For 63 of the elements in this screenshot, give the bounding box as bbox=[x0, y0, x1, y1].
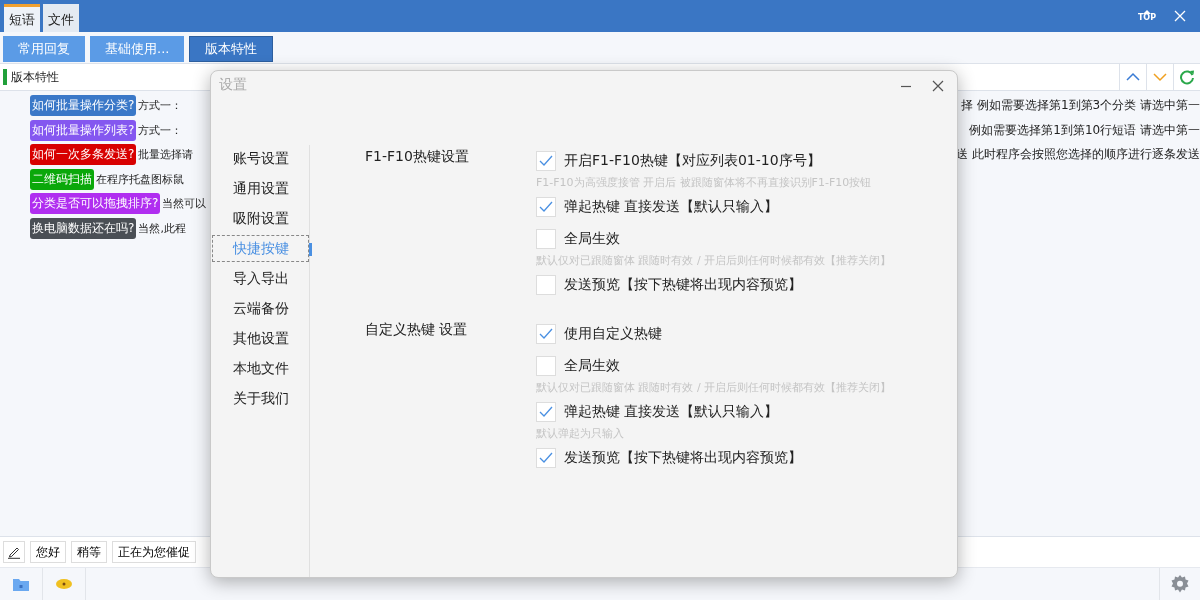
option-label: 开启F1-F10热键【对应列表01-10序号】 bbox=[564, 152, 821, 170]
tab[interactable]: 短语 bbox=[4, 4, 40, 32]
folder-icon bbox=[13, 577, 29, 591]
pencil-icon bbox=[7, 545, 21, 559]
option-label: 发送预览【按下热键将出现内容预览】 bbox=[564, 276, 802, 294]
check-icon bbox=[539, 201, 553, 213]
nav-item[interactable]: 本地文件 bbox=[212, 355, 309, 382]
checkbox[interactable] bbox=[536, 275, 556, 295]
row-text: 例如需要选择第1到第10行短语 请选中第一 bbox=[969, 121, 1200, 139]
nav-item[interactable]: 通用设置 bbox=[212, 175, 309, 202]
row-text: 方式一： bbox=[138, 122, 183, 138]
checkbox[interactable] bbox=[536, 448, 556, 468]
checkbox[interactable] bbox=[536, 197, 556, 217]
check-icon bbox=[539, 452, 553, 464]
nav-item[interactable]: 关于我们 bbox=[212, 385, 309, 412]
check-icon bbox=[539, 155, 553, 167]
checkbox[interactable] bbox=[536, 356, 556, 376]
edit-button[interactable] bbox=[3, 541, 25, 563]
row-text: 批量选择请 bbox=[138, 147, 194, 163]
section-title: 版本特性 bbox=[11, 68, 59, 86]
group-title: 自定义热键 设置 bbox=[364, 320, 469, 339]
nav-item[interactable]: 账号设置 bbox=[212, 145, 309, 172]
row-text: 在程序托盘图标鼠 bbox=[96, 171, 184, 187]
category-tag[interactable]: 分类是否可以拖拽排序? bbox=[30, 193, 161, 215]
quick-reply-button[interactable]: 您好 bbox=[30, 541, 66, 563]
marker-bar bbox=[3, 69, 7, 85]
group-title: F1-F10热键设置 bbox=[364, 147, 470, 166]
settings-icon bbox=[1170, 574, 1190, 594]
close-icon bbox=[931, 79, 945, 93]
nav-item[interactable]: 导入导出 bbox=[212, 265, 309, 292]
check-icon bbox=[539, 406, 553, 418]
category-tag[interactable]: 如何一次多条发送? bbox=[30, 144, 137, 166]
row-text: 当然,此程 bbox=[138, 220, 186, 236]
option-label: 弹起热键 直接发送【默认只输入】 bbox=[564, 403, 779, 421]
row-text: 当然可以 bbox=[162, 196, 207, 212]
checkbox[interactable] bbox=[536, 229, 556, 249]
nav-item[interactable]: 吸附设置 bbox=[212, 205, 309, 232]
category-tag[interactable]: 如何批量操作列表? bbox=[30, 119, 137, 141]
checkbox[interactable] bbox=[536, 151, 556, 171]
dialog-title: 设置 bbox=[219, 76, 247, 94]
checkbox[interactable] bbox=[536, 324, 556, 344]
tab[interactable]: 文件 bbox=[43, 4, 79, 32]
quick-reply-button[interactable]: 正在为您催促 bbox=[112, 541, 196, 563]
option-label: 全局生效 bbox=[564, 357, 620, 375]
option-label: 发送预览【按下热键将出现内容预览】 bbox=[564, 449, 802, 467]
eye-icon bbox=[56, 579, 72, 589]
category-tag[interactable]: 如何批量操作分类? bbox=[30, 95, 137, 117]
arrow-icon bbox=[1142, 10, 1151, 14]
quick-reply-button[interactable]: 稍等 bbox=[71, 541, 107, 563]
checkbox[interactable] bbox=[536, 402, 556, 422]
check-icon bbox=[539, 328, 553, 340]
row-text: 择 例如需要选择第1到第3个分类 请选中第一 bbox=[961, 97, 1200, 115]
close-icon bbox=[1174, 10, 1186, 22]
option-label: 全局生效 bbox=[564, 230, 620, 248]
category-tag[interactable]: 换电脑数据还在吗? bbox=[30, 217, 137, 239]
refresh-icon bbox=[1179, 69, 1195, 85]
nav-item[interactable]: 其他设置 bbox=[212, 325, 309, 352]
row-text: 方式一： bbox=[138, 98, 183, 114]
category-button[interactable]: 版本特性 bbox=[189, 36, 274, 62]
close-button[interactable] bbox=[931, 79, 945, 93]
option-label: 使用自定义热键 bbox=[564, 325, 662, 343]
option-label: 弹起热键 直接发送【默认只输入】 bbox=[564, 198, 779, 216]
nav-item[interactable]: 云端备份 bbox=[212, 295, 309, 322]
